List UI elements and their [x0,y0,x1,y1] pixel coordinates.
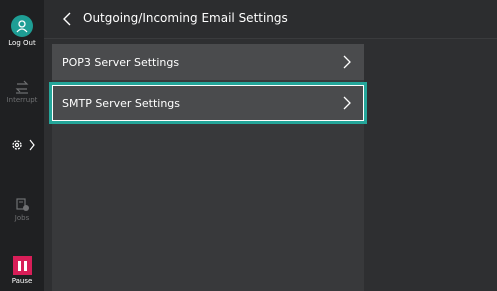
logout-label: Log Out [8,39,36,47]
list-item-label: SMTP Server Settings [62,96,181,110]
header-bar: Outgoing/Incoming Email Settings [44,0,497,39]
interrupt-label: Interrupt [6,96,38,104]
list-item-pop3-server-settings[interactable]: POP3 Server Settings [52,44,364,80]
pause-button[interactable]: Pause [0,256,44,285]
page-title: Outgoing/Incoming Email Settings [83,11,288,25]
user-icon [11,15,33,37]
settings-list-panel [52,44,364,291]
gear-icon [11,140,22,150]
settings-button[interactable] [0,138,44,152]
chevron-right-icon [343,55,351,69]
jobs-icon [16,198,29,211]
interrupt-button[interactable]: Interrupt [0,80,44,104]
chevron-right-icon [343,96,351,110]
side-rail: Log Out Interrupt Jobs Pause [0,0,44,291]
jobs-button[interactable]: Jobs [0,196,44,222]
chevron-left-icon[interactable] [60,11,76,27]
chevron-right-icon [29,139,35,151]
logout-button[interactable]: Log Out [0,15,44,47]
list-item-label: POP3 Server Settings [62,55,180,69]
jobs-label: Jobs [14,214,30,222]
list-item-smtp-server-settings[interactable]: SMTP Server Settings [49,82,367,124]
pause-icon [12,256,32,275]
pause-label: Pause [11,277,33,285]
interrupt-icon [15,80,29,94]
